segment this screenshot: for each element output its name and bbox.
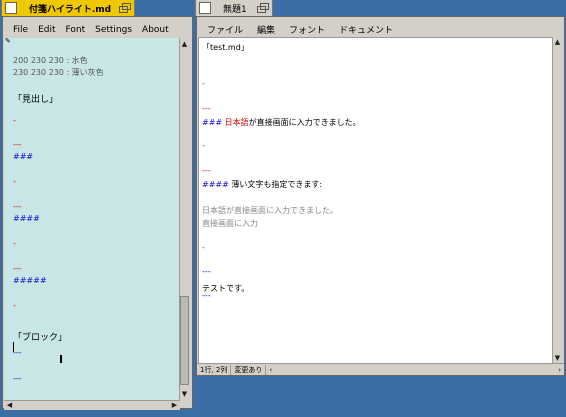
editor-line: -: [202, 141, 205, 150]
document-icon: [5, 2, 17, 14]
heading4-hash: ####: [202, 180, 229, 189]
editor-line: ---: [202, 291, 211, 300]
editor-line: ###: [13, 152, 34, 161]
maximize-icon[interactable]: [257, 3, 269, 13]
editor-line: ---: [13, 140, 22, 149]
editor-line: 直接画面に入力: [202, 219, 258, 228]
editor-line: 200 230 230 : 水色: [13, 56, 88, 65]
heading3-line: ### 日本語が直接画面に入力できました。: [202, 117, 361, 128]
editor-line: -: [13, 239, 16, 248]
right-editor[interactable]: 「test.md」 - --- ### 日本語が直接画面に入力できました。 - …: [198, 37, 552, 364]
editor-line: 「見出し」: [13, 95, 59, 105]
left-vscrollbar[interactable]: ▲ ▼: [179, 38, 189, 400]
editor-line: -: [13, 301, 16, 310]
left-window-title: 付箋ハイライト.md: [29, 4, 112, 15]
heading3-text: が直接画面に入力できました。: [248, 118, 361, 127]
right-window: 無題1 ファイル 編集 フォント ドキュメント 「test.md」 - --- …: [195, 0, 566, 377]
document-icon: [199, 2, 211, 14]
maximize-icon[interactable]: [119, 3, 131, 13]
pin-icon: ✎: [5, 38, 11, 45]
status-bar: 1行, 2列 変更あり ‹ ›: [197, 363, 564, 375]
editor-line: -: [13, 116, 16, 125]
ibeam-cursor-icon: I: [59, 353, 64, 366]
heading4-line: #### 薄い文字も指定できます:: [202, 179, 322, 190]
scroll-up-arrow-icon[interactable]: ▲: [553, 38, 562, 47]
menu-file-jp[interactable]: ファイル: [207, 23, 243, 36]
left-hscrollbar[interactable]: ◀ ▶: [4, 400, 180, 410]
scroll-left-arrow-icon[interactable]: ◀: [5, 401, 14, 410]
editor-line: -: [13, 177, 16, 186]
scroll-down-arrow-icon[interactable]: ▼: [180, 390, 189, 399]
status-modified: 変更あり: [231, 364, 267, 375]
left-window-tab[interactable]: 付箋ハイライト.md: [1, 0, 135, 16]
menu-settings[interactable]: Settings: [95, 25, 132, 35]
right-window-title: 無題1: [223, 4, 247, 15]
right-window-frame: ファイル 編集 フォント ドキュメント 「test.md」 - --- ### …: [196, 16, 565, 376]
status-scroll-left-icon[interactable]: ‹: [266, 366, 275, 374]
left-menubar: File Edit Font Settings About: [3, 23, 192, 37]
editor-line: ---: [13, 374, 22, 383]
editor-line: 日本語が直接画面に入力できました。: [202, 206, 338, 215]
heading3-hash: ###: [202, 118, 223, 127]
scroll-up-arrow-icon[interactable]: ▲: [180, 40, 189, 49]
status-scroll-right-icon[interactable]: ›: [555, 366, 564, 374]
scroll-down-arrow-icon[interactable]: ▼: [553, 354, 562, 363]
editor-line: -: [202, 243, 205, 252]
menu-edit[interactable]: Edit: [38, 25, 55, 35]
menu-font[interactable]: Font: [66, 25, 86, 35]
menu-document-jp[interactable]: ドキュメント: [339, 23, 393, 36]
menu-about[interactable]: About: [142, 25, 169, 35]
editor-line: ---: [202, 166, 211, 175]
editor-line: ####: [13, 214, 40, 223]
editor-line: ---: [13, 348, 22, 357]
scroll-right-arrow-icon[interactable]: ▶: [170, 401, 179, 410]
right-vscrollbar[interactable]: ▲ ▼: [552, 37, 562, 364]
editor-line: ---: [13, 264, 22, 273]
editor-line: ---: [202, 104, 211, 113]
right-menubar: ファイル 編集 フォント ドキュメント: [197, 22, 564, 36]
status-position: 1行, 2列: [197, 364, 232, 375]
heading4-text: 薄い文字も指定できます:: [231, 180, 323, 189]
heading3-highlight: 日本語: [224, 118, 249, 127]
editor-line: -: [202, 79, 205, 88]
right-window-tab[interactable]: 無題1: [195, 0, 273, 16]
editor-line: ---: [13, 202, 22, 211]
menu-edit-jp[interactable]: 編集: [257, 23, 275, 36]
editor-line: 「test.md」: [202, 43, 249, 52]
menu-file[interactable]: File: [13, 25, 28, 35]
editor-line: 「ブロック」: [13, 333, 68, 343]
editor-line: #####: [13, 276, 47, 285]
editor-line: ---: [202, 267, 211, 276]
scroll-thumb[interactable]: [180, 296, 189, 385]
editor-line: 230 230 230 : 薄い灰色: [13, 68, 104, 77]
menu-font-jp[interactable]: フォント: [289, 23, 325, 36]
left-window: 付箋ハイライト.md File Edit Font Settings About…: [0, 0, 193, 417]
left-editor[interactable]: ✎ 200 230 230 : 水色 230 230 230 : 薄い灰色 「見…: [4, 38, 180, 400]
left-window-frame: File Edit Font Settings About ✎ 200 230 …: [2, 16, 193, 410]
